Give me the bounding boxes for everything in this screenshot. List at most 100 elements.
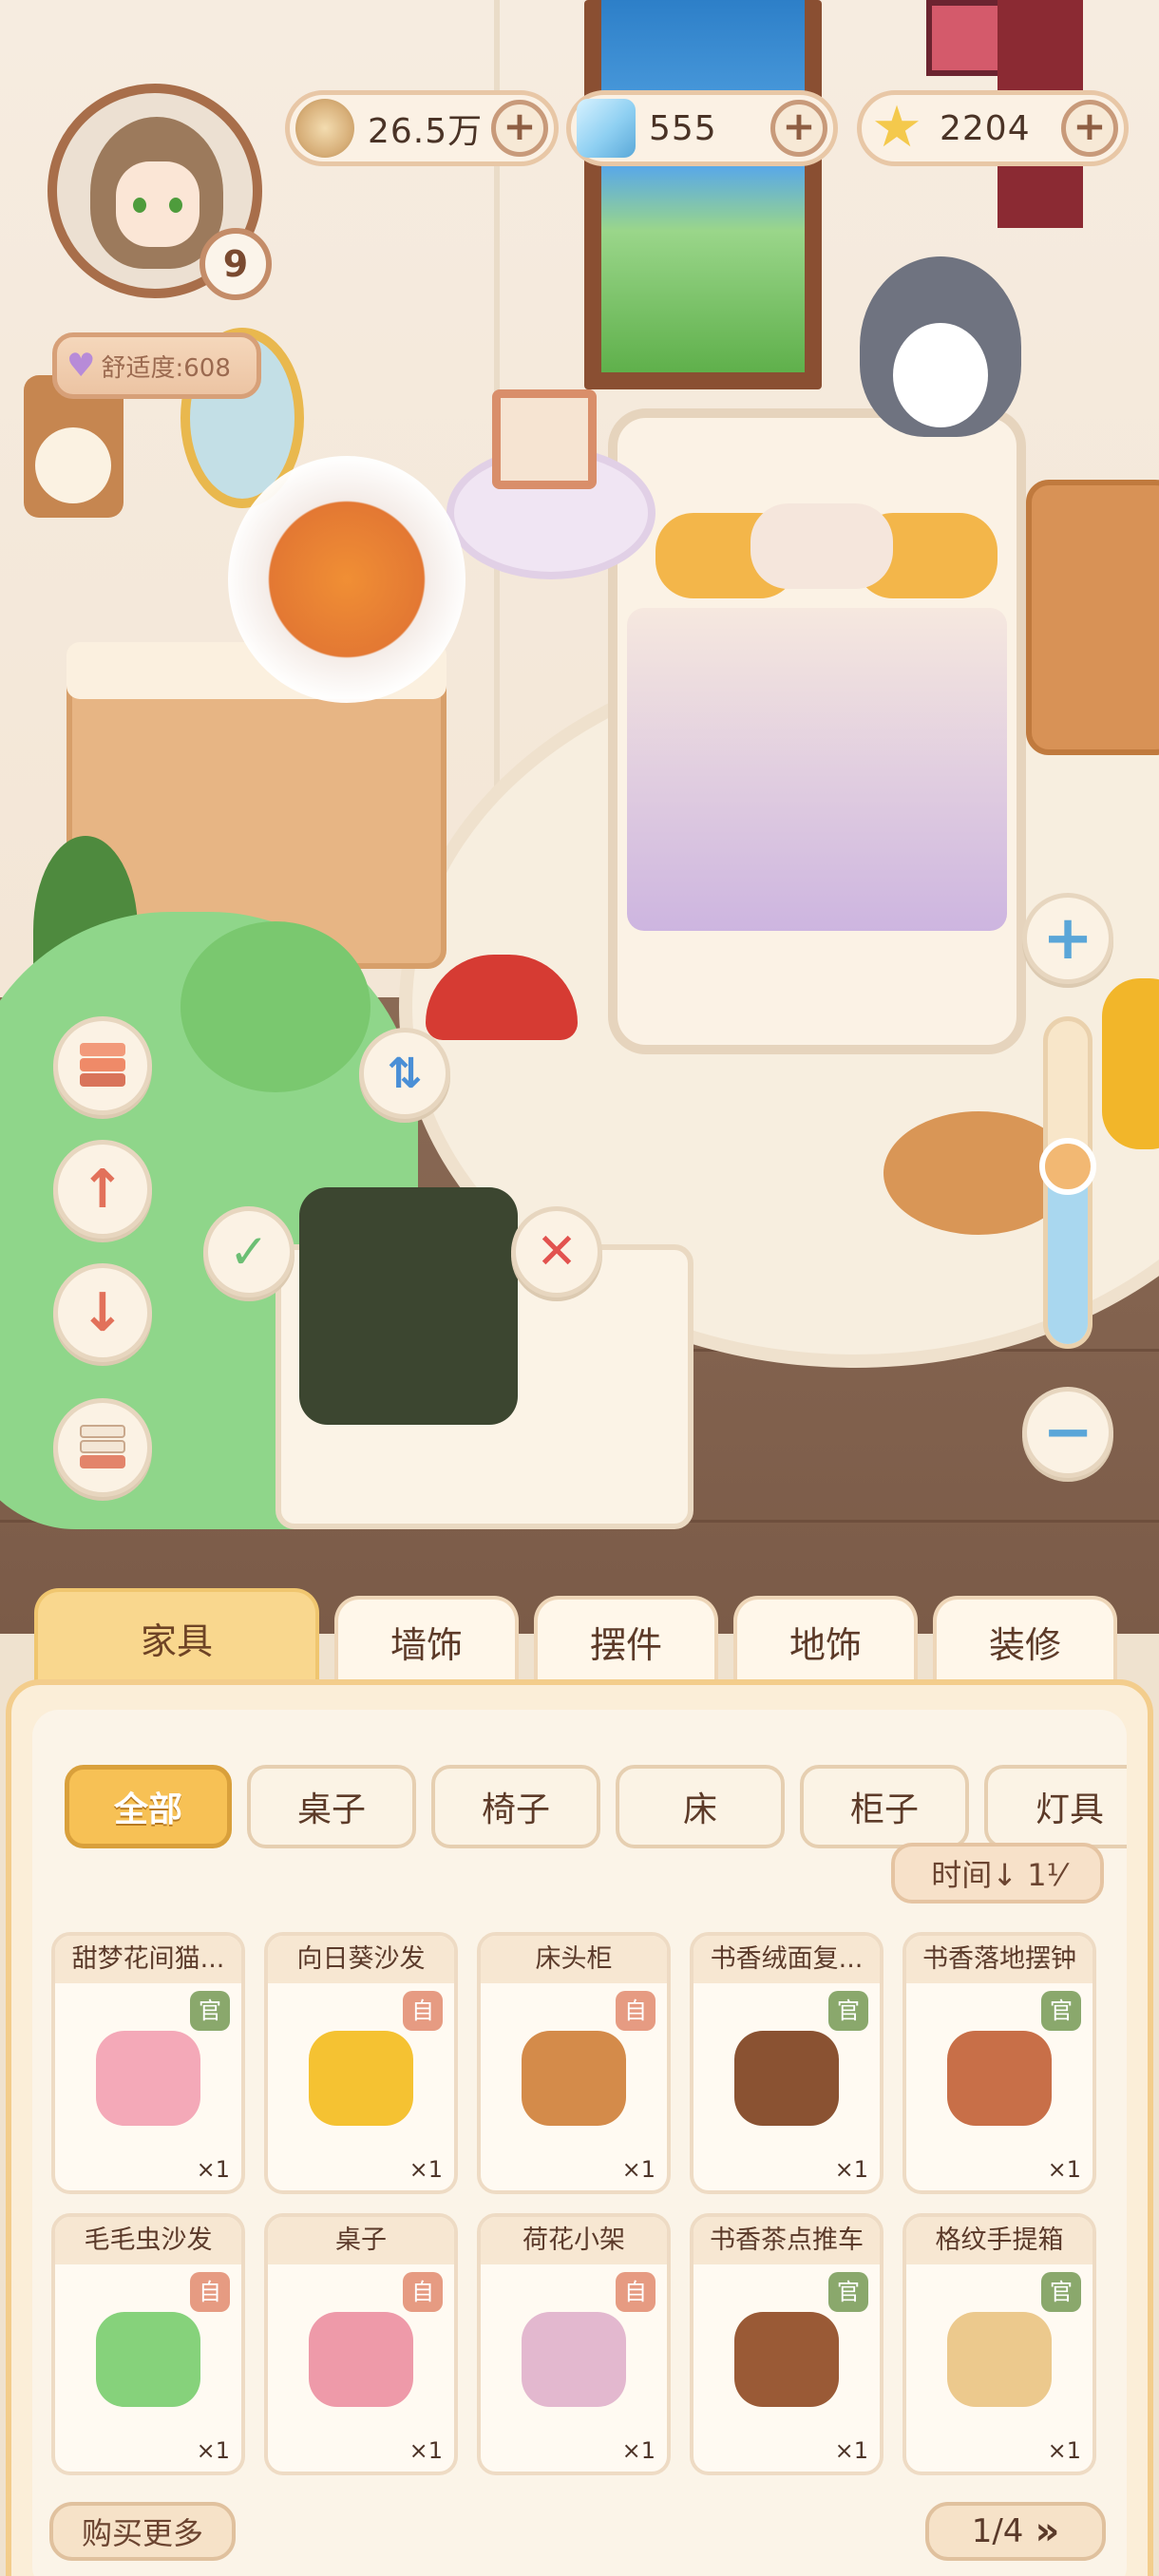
- flower-bouquet[interactable]: [228, 456, 466, 703]
- window-painting[interactable]: [584, 0, 822, 389]
- filter-beds[interactable]: 床: [616, 1765, 785, 1848]
- star-counter: ★ 2204 +: [857, 90, 1129, 166]
- level-badge: 9: [200, 228, 272, 300]
- flower-painting[interactable]: [926, 0, 1007, 76]
- cat[interactable]: [860, 256, 1021, 437]
- cancel-button[interactable]: ✕: [511, 1206, 602, 1297]
- coin-value: 26.5万: [368, 112, 484, 151]
- layer-top-button[interactable]: [53, 1016, 152, 1115]
- item-source-tag: 自: [616, 2272, 656, 2312]
- item-quantity: ×1: [1047, 2156, 1081, 2183]
- item-card[interactable]: 毛毛虫沙发自 ×1: [51, 2213, 245, 2475]
- coin-counter: 26.5万 +: [285, 90, 559, 166]
- crystal-counter: 555 +: [566, 90, 838, 166]
- double-chevron-right-icon[interactable]: »: [1035, 2510, 1059, 2553]
- close-icon: ✕: [536, 1223, 578, 1280]
- layer-bottom-button[interactable]: [53, 1398, 152, 1497]
- filter-lamps[interactable]: 灯具: [984, 1765, 1127, 1848]
- zoom-out-button[interactable]: −: [1022, 1387, 1113, 1478]
- item-card[interactable]: 格纹手提箱官 ×1: [902, 2213, 1096, 2475]
- layer-up-button[interactable]: ↑: [53, 1140, 152, 1239]
- category-tabs: 家具 墙饰 摆件 地饰 装修: [34, 1588, 1127, 1683]
- item-thumbnail: [734, 2312, 839, 2407]
- tab-floor-decor[interactable]: 地饰: [733, 1596, 918, 1683]
- bed[interactable]: [608, 408, 1026, 1054]
- item-card[interactable]: 书香绒面复... 官 ×1: [690, 1932, 884, 2194]
- item-name: 格纹手提箱: [906, 2217, 1092, 2264]
- star-icon: ★: [871, 94, 922, 161]
- item-card[interactable]: 床头柜自 ×1: [477, 1932, 671, 2194]
- item-card[interactable]: 甜梦花间猫... 官 ×1: [51, 1932, 245, 2194]
- filter-cabinets[interactable]: 柜子: [800, 1765, 969, 1848]
- arrow-up-icon: ↑: [80, 1158, 125, 1221]
- item-quantity: ×1: [834, 2156, 868, 2183]
- item-source-tag: 官: [828, 2272, 868, 2312]
- item-name: 甜梦花间猫...: [55, 1936, 241, 1983]
- coin-icon: [295, 99, 354, 158]
- item-thumbnail: [522, 2312, 626, 2407]
- retro-tv[interactable]: [299, 1187, 518, 1425]
- layer-down-button[interactable]: ↓: [53, 1263, 152, 1362]
- filter-tables[interactable]: 桌子: [247, 1765, 416, 1848]
- item-name: 荷花小架: [481, 2217, 667, 2264]
- honey-pot[interactable]: [1102, 978, 1159, 1149]
- zoom-in-button[interactable]: +: [1022, 893, 1113, 984]
- add-crystal-button[interactable]: +: [770, 100, 827, 157]
- item-name: 毛毛虫沙发: [55, 2217, 241, 2264]
- side-shelf[interactable]: [1026, 480, 1159, 755]
- tab-wall-decor[interactable]: 墙饰: [334, 1596, 519, 1683]
- item-card[interactable]: 书香落地摆钟官 ×1: [902, 1932, 1096, 2194]
- item-thumbnail: [96, 2312, 200, 2407]
- item-quantity: ×1: [408, 2437, 443, 2464]
- item-source-tag: 官: [828, 1991, 868, 2031]
- star-value: 2204: [940, 108, 1031, 148]
- page-indicator[interactable]: 1/4 »: [925, 2502, 1106, 2561]
- item-name: 床头柜: [481, 1936, 667, 1983]
- crystal-value: 555: [649, 108, 717, 148]
- photo-frame[interactable]: [492, 389, 597, 489]
- item-card[interactable]: 向日葵沙发自 ×1: [264, 1932, 458, 2194]
- item-thumbnail: [947, 2312, 1052, 2407]
- item-name: 桌子: [268, 2217, 454, 2264]
- item-quantity: ×1: [621, 2156, 656, 2183]
- plus-icon: +: [1042, 903, 1093, 974]
- arrow-down-icon: ↓: [80, 1281, 125, 1344]
- item-source-tag: 自: [616, 1991, 656, 2031]
- filter-chairs[interactable]: 椅子: [431, 1765, 600, 1848]
- flip-button[interactable]: ⇅: [359, 1028, 450, 1119]
- add-star-button[interactable]: +: [1061, 100, 1118, 157]
- item-thumbnail: [522, 2031, 626, 2126]
- comfort-indicator[interactable]: ♥ 舒适度:608: [52, 332, 261, 399]
- filter-all[interactable]: 全部: [65, 1765, 232, 1848]
- layer-stack-icon: [76, 1039, 129, 1092]
- item-quantity: ×1: [408, 2156, 443, 2183]
- buy-more-button[interactable]: 购买更多: [49, 2502, 236, 2561]
- item-thumbnail: [734, 2031, 839, 2126]
- item-quantity: ×1: [1047, 2437, 1081, 2464]
- item-card[interactable]: 荷花小架自 ×1: [477, 2213, 671, 2475]
- sort-by-time-button[interactable]: 时间↓ 1⅟: [891, 1843, 1104, 1904]
- item-card[interactable]: 书香茶点推车官 ×1: [690, 2213, 884, 2475]
- item-source-tag: 自: [190, 2272, 230, 2312]
- item-thumbnail: [947, 2031, 1052, 2126]
- item-thumbnail: [309, 2312, 413, 2407]
- tab-renovation[interactable]: 装修: [933, 1596, 1117, 1683]
- add-coin-button[interactable]: +: [491, 100, 548, 157]
- item-quantity: ×1: [196, 2437, 230, 2464]
- item-name: 书香茶点推车: [694, 2217, 880, 2264]
- item-source-tag: 自: [403, 1991, 443, 2031]
- item-quantity: ×1: [196, 2156, 230, 2183]
- heart-icon: ♥: [66, 347, 96, 385]
- item-thumbnail: [96, 2031, 200, 2126]
- comfort-label: 舒适度:608: [101, 353, 231, 383]
- item-card[interactable]: 桌子自 ×1: [264, 2213, 458, 2475]
- check-icon: ✓: [229, 1224, 269, 1279]
- item-name: 书香绒面复...: [694, 1936, 880, 1983]
- layer-stack-icon: [76, 1421, 129, 1474]
- flip-icon: ⇅: [387, 1049, 423, 1098]
- item-name: 书香落地摆钟: [906, 1936, 1092, 1983]
- confirm-button[interactable]: ✓: [203, 1206, 294, 1297]
- tab-ornaments[interactable]: 摆件: [534, 1596, 718, 1683]
- zoom-slider-handle[interactable]: [1039, 1137, 1096, 1195]
- tab-furniture[interactable]: 家具: [34, 1588, 319, 1683]
